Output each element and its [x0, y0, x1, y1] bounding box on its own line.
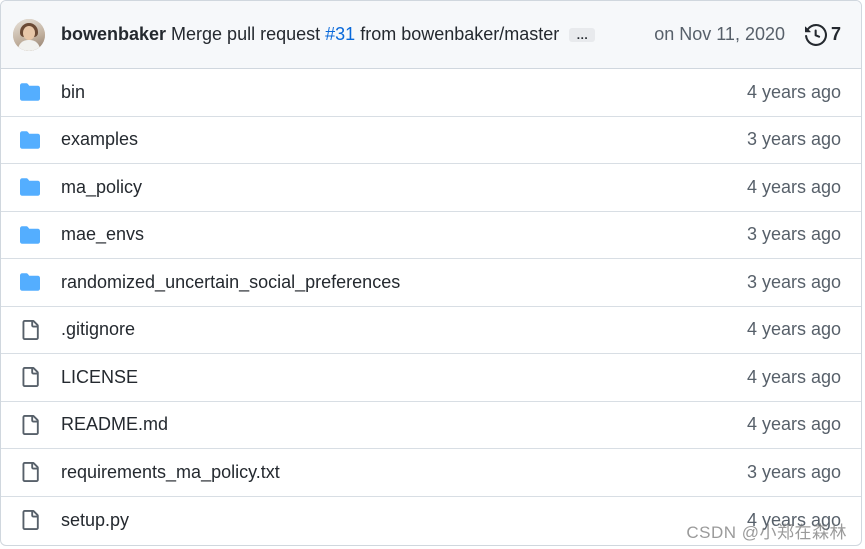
- file-age: 3 years ago: [746, 271, 841, 292]
- file-name-link[interactable]: bin: [61, 82, 85, 103]
- file-name-link[interactable]: setup.py: [61, 510, 129, 531]
- file-row[interactable]: bin 4 years ago: [1, 69, 861, 117]
- file-name-link[interactable]: examples: [61, 129, 138, 150]
- commit-date: on Nov 11, 2020: [654, 24, 785, 44]
- folder-icon: [18, 271, 42, 293]
- file-row[interactable]: LICENSE 4 years ago: [1, 354, 861, 402]
- file-row[interactable]: README.md 4 years ago: [1, 402, 861, 449]
- watermark: CSDN @小郑在森林: [686, 523, 847, 542]
- file-age: 4 years ago: [746, 319, 841, 340]
- file-icon: [18, 509, 42, 531]
- commit-history-button[interactable]: 7: [804, 23, 841, 46]
- history-icon: [804, 23, 827, 46]
- file-name-link[interactable]: LICENSE: [61, 367, 138, 388]
- expand-commit-button[interactable]: …: [569, 27, 596, 42]
- file-name-link[interactable]: ma_policy: [61, 177, 142, 198]
- file-name-link[interactable]: requirements_ma_policy.txt: [61, 462, 280, 483]
- file-browser: bowenbaker Merge pull request #31 from b…: [0, 0, 862, 546]
- folder-icon: [18, 176, 42, 198]
- commit-author[interactable]: bowenbaker: [61, 24, 166, 45]
- file-age: 3 years ago: [746, 224, 841, 245]
- file-name-link[interactable]: README.md: [61, 414, 168, 435]
- latest-commit-bar: bowenbaker Merge pull request #31 from b…: [1, 1, 861, 69]
- file-icon: [18, 366, 42, 388]
- file-icon: [18, 414, 42, 436]
- file-icon: [18, 461, 42, 483]
- file-icon: [18, 319, 42, 341]
- file-age: 4 years ago: [746, 414, 841, 435]
- commit-message-prefix: Merge pull request: [171, 24, 321, 44]
- avatar[interactable]: [13, 18, 45, 51]
- file-name-link[interactable]: .gitignore: [61, 319, 135, 340]
- file-age: 4 years ago: [746, 81, 841, 102]
- file-name-link[interactable]: mae_envs: [61, 224, 144, 245]
- commit-count: 7: [830, 24, 841, 44]
- folder-icon: [18, 81, 42, 103]
- commit-message-suffix: from bowenbaker/master: [360, 24, 560, 44]
- file-row[interactable]: mae_envs 3 years ago: [1, 212, 861, 259]
- folder-icon: [18, 224, 42, 246]
- file-age: 3 years ago: [746, 129, 841, 150]
- file-row[interactable]: examples 3 years ago: [1, 117, 861, 164]
- commit-message: Merge pull request #31 from bowenbaker/m…: [171, 24, 559, 45]
- folder-icon: [18, 129, 42, 151]
- pull-request-link[interactable]: #31: [325, 24, 355, 44]
- file-row[interactable]: randomized_uncertain_social_preferences 3…: [1, 259, 861, 307]
- file-list: bin 4 years ago examples 3 years ago ma_poli…: [1, 69, 861, 544]
- file-row[interactable]: .gitignore 4 years ago: [1, 307, 861, 354]
- file-age: 4 years ago: [746, 366, 841, 387]
- file-name-link[interactable]: randomized_uncertain_social_preferences: [61, 272, 400, 293]
- file-row[interactable]: requirements_ma_policy.txt 3 years ago: [1, 449, 861, 497]
- file-age: 3 years ago: [746, 461, 841, 482]
- file-row[interactable]: ma_policy 4 years ago: [1, 164, 861, 212]
- file-age: 4 years ago: [746, 176, 841, 197]
